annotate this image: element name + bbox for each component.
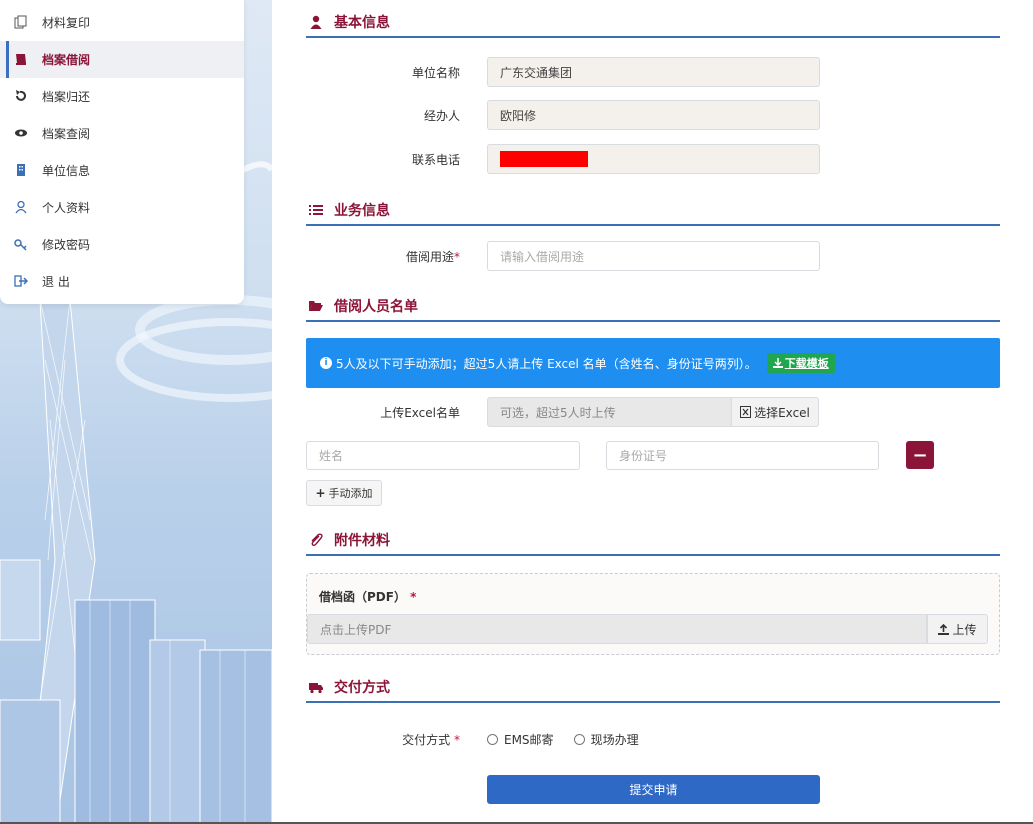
sidebar-item-label: 档案借阅 bbox=[42, 53, 91, 67]
sidebar-item-label: 修改密码 bbox=[42, 238, 91, 252]
delivery-options: EMS邮寄 现场办理 bbox=[487, 731, 659, 748]
notice-banner: i 5人及以下可手动添加；超过5人请上传 Excel 名单（含姓名、身份证号两列… bbox=[306, 338, 1000, 388]
paperclip-icon bbox=[311, 533, 323, 547]
sidebar-item-copy[interactable]: 材料复印 bbox=[0, 4, 244, 41]
book-icon bbox=[16, 54, 26, 65]
unit-field: 广东交通集团 bbox=[487, 57, 820, 87]
agent-row: 经办人 欧阳修 bbox=[272, 100, 820, 130]
section-business-title: 业务信息 bbox=[306, 196, 1000, 226]
sidebar: 材料复印 档案借阅 档案归还 档案查阅 单位信息 个人资料 修改密码 退 出 bbox=[0, 0, 244, 304]
attachment-box: 借档函（PDF） * 点击上传PDF 上传 bbox=[306, 573, 1000, 655]
section-people-title: 借阅人员名单 bbox=[306, 292, 1000, 322]
info-icon: i bbox=[320, 357, 332, 369]
choose-excel-button[interactable]: 选择Excel bbox=[732, 397, 819, 427]
pdf-file-input[interactable]: 点击上传PDF bbox=[307, 614, 927, 644]
section-delivery-title: 交付方式 bbox=[306, 673, 1000, 703]
list-icon bbox=[309, 205, 323, 215]
sidebar-item-label: 档案归还 bbox=[42, 90, 91, 104]
folder-open-icon bbox=[309, 301, 323, 311]
excel-label: 上传Excel名单 bbox=[380, 405, 460, 420]
excel-row: 上传Excel名单 可选，超过5人时上传 bbox=[272, 397, 732, 427]
user-solid-icon bbox=[310, 15, 322, 29]
sidebar-item-logout[interactable]: 退 出 bbox=[0, 263, 244, 300]
section-attachment-title: 附件材料 bbox=[306, 526, 1000, 556]
sidebar-item-profile[interactable]: 个人资料 bbox=[0, 189, 244, 226]
sidebar-item-label: 个人资料 bbox=[42, 201, 91, 215]
sidebar-item-label: 材料复印 bbox=[42, 16, 91, 30]
copy-icon bbox=[14, 15, 27, 29]
sidebar-item-password[interactable]: 修改密码 bbox=[0, 226, 244, 263]
delivery-label: 交付方式 * bbox=[402, 732, 460, 747]
submit-button[interactable]: 提交申请 bbox=[487, 775, 820, 804]
add-person-button[interactable]: + 手动添加 bbox=[306, 480, 382, 506]
key-icon bbox=[14, 239, 27, 251]
agent-field: 欧阳修 bbox=[487, 100, 820, 130]
plus-icon: + bbox=[315, 486, 326, 500]
id-number-input[interactable]: 身份证号 bbox=[606, 441, 879, 470]
borrow-form: 基本信息 单位名称 广东交通集团 经办人 欧阳修 联系电话 业务信息 借阅用途*… bbox=[272, 0, 1033, 824]
sidebar-item-label: 单位信息 bbox=[42, 164, 91, 178]
purpose-row: 借阅用途* 请输入借阅用途 bbox=[272, 241, 820, 271]
unit-label: 单位名称 bbox=[411, 65, 460, 80]
upload-icon bbox=[938, 623, 950, 635]
sidebar-item-label: 退 出 bbox=[42, 275, 70, 289]
truck-icon bbox=[309, 683, 323, 694]
eye-icon bbox=[15, 129, 27, 137]
pdf-label: 借档函（PDF） * bbox=[319, 590, 417, 604]
upload-pdf-button[interactable]: 上传 bbox=[927, 614, 988, 644]
excel-file-input[interactable]: 可选，超过5人时上传 bbox=[487, 397, 732, 427]
delivery-option-ems[interactable]: EMS邮寄 bbox=[487, 731, 554, 748]
agent-label: 经办人 bbox=[423, 108, 460, 123]
sidebar-item-label: 档案查阅 bbox=[42, 127, 91, 141]
phone-label: 联系电话 bbox=[411, 152, 460, 167]
phone-field bbox=[487, 144, 820, 174]
delivery-row: 交付方式 * EMS邮寄 现场办理 bbox=[272, 724, 659, 754]
return-icon bbox=[16, 90, 26, 101]
purpose-label: 借阅用途* bbox=[405, 249, 460, 264]
phone-row: 联系电话 bbox=[272, 144, 820, 174]
download-template-button[interactable]: 下载模板 bbox=[766, 353, 835, 373]
sidebar-item-view[interactable]: 档案查阅 bbox=[0, 115, 244, 152]
purpose-input[interactable]: 请输入借阅用途 bbox=[487, 241, 820, 271]
logout-icon bbox=[14, 275, 28, 287]
name-input[interactable]: 姓名 bbox=[306, 441, 580, 470]
download-icon bbox=[772, 358, 783, 368]
notice-text: 5人及以下可手动添加；超过5人请上传 Excel 名单（含姓名、身份证号两列）。 bbox=[336, 356, 757, 371]
section-basic-title: 基本信息 bbox=[306, 8, 1000, 38]
delivery-option-onsite[interactable]: 现场办理 bbox=[573, 731, 639, 748]
sidebar-item-borrow[interactable]: 档案借阅 bbox=[0, 41, 244, 78]
remove-person-button[interactable]: − bbox=[906, 441, 934, 469]
sidebar-item-unit[interactable]: 单位信息 bbox=[0, 152, 244, 189]
radio-icon bbox=[487, 733, 498, 745]
unit-row: 单位名称 广东交通集团 bbox=[272, 57, 820, 87]
redacted-block bbox=[500, 151, 588, 167]
building-icon bbox=[17, 164, 25, 176]
user-icon bbox=[15, 200, 27, 214]
excel-file-icon bbox=[740, 406, 752, 418]
radio-icon bbox=[573, 733, 585, 745]
sidebar-item-return[interactable]: 档案归还 bbox=[0, 78, 244, 115]
